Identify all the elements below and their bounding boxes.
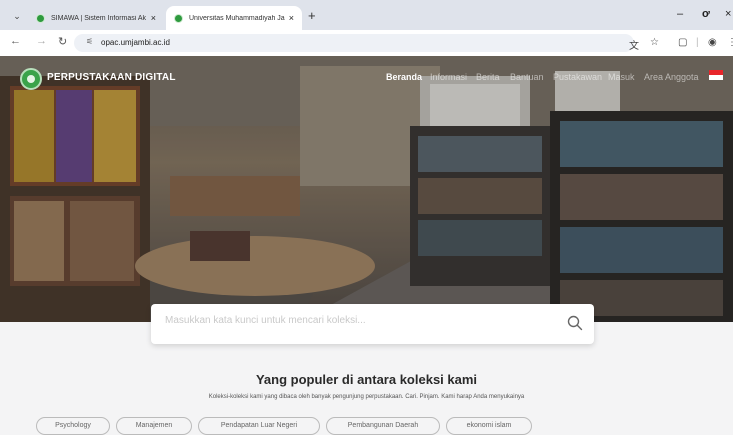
site-settings-icon[interactable]: ⚟ [86,37,93,46]
tab-close-icon[interactable]: × [151,13,156,23]
tab-list-icon[interactable]: ⌄ [10,9,24,23]
translate-icon[interactable]: 文 [629,37,639,52]
language-flag-icon[interactable] [709,70,723,80]
menu-icon[interactable]: ⋮ [727,37,733,48]
favicon-icon [174,13,183,23]
topic-chip[interactable]: Pendapatan Luar Negeri [198,417,320,435]
browser-tabstrip: ⌄ SIMAWA | Sistem Informasi Ak × Univers… [0,0,733,30]
site-brand[interactable]: PERPUSTAKAAN DIGITAL [47,72,176,83]
forward-icon[interactable]: → [36,35,47,47]
search-icon[interactable] [566,314,584,332]
browser-toolbar: ← → ↻ ⚟ opac.umjambi.ac.id 文 ☆ ▢ | ◉ ⋮ [0,30,733,56]
browser-tab-simawa[interactable]: SIMAWA | Sistem Informasi Ak × [28,6,164,30]
library-photo [0,56,733,322]
topic-chip[interactable]: Psychology [36,417,110,435]
toolbar-divider: | [696,37,699,48]
popular-subtitle: Koleksi-koleksi kami yang dibaca oleh ba… [208,394,525,400]
reload-icon[interactable]: ↻ [58,35,67,48]
nav-bantuan[interactable]: Bantuan [510,72,544,82]
topic-chip[interactable]: Pembangunan Daerah [326,417,440,435]
extensions-icon[interactable]: ▢ [678,37,687,48]
window-close-icon[interactable]: × [725,8,731,20]
nav-area-anggota[interactable]: Area Anggota [644,72,699,82]
minimize-icon[interactable]: – [677,8,683,20]
nav-berita[interactable]: Berita [476,72,500,82]
tab-close-icon[interactable]: × [289,13,294,23]
back-icon[interactable]: ← [10,35,21,47]
search-box [151,304,594,344]
tab-title: SIMAWA | Sistem Informasi Ak [51,14,147,22]
new-tab-icon[interactable]: + [308,8,316,23]
url-text[interactable]: opac.umjambi.ac.id [101,38,170,47]
bookmark-star-icon[interactable]: ☆ [650,37,659,48]
tab-title: Universitas Muhammadiyah Ja [189,14,285,22]
favicon-icon [36,13,45,23]
popular-title: Yang populer di antara koleksi kami [255,372,478,387]
hero-banner: PERPUSTAKAAN DIGITAL Beranda Informasi B… [0,56,733,322]
site-logo[interactable] [20,68,42,90]
topic-chip[interactable]: Manajemen [116,417,192,435]
nav-beranda[interactable]: Beranda [386,72,422,82]
nav-pustakawan[interactable]: Pustakawan [553,72,602,82]
search-input[interactable] [165,315,555,326]
browser-tab-umjambi[interactable]: Universitas Muhammadiyah Ja × [166,6,302,30]
topic-chip[interactable]: ekonomi islam [446,417,532,435]
maximize-icon[interactable]: ơ [702,8,710,20]
profile-icon[interactable]: ◉ [708,37,717,48]
nav-masuk[interactable]: Masuk [608,72,635,82]
nav-informasi[interactable]: Informasi [430,72,467,82]
